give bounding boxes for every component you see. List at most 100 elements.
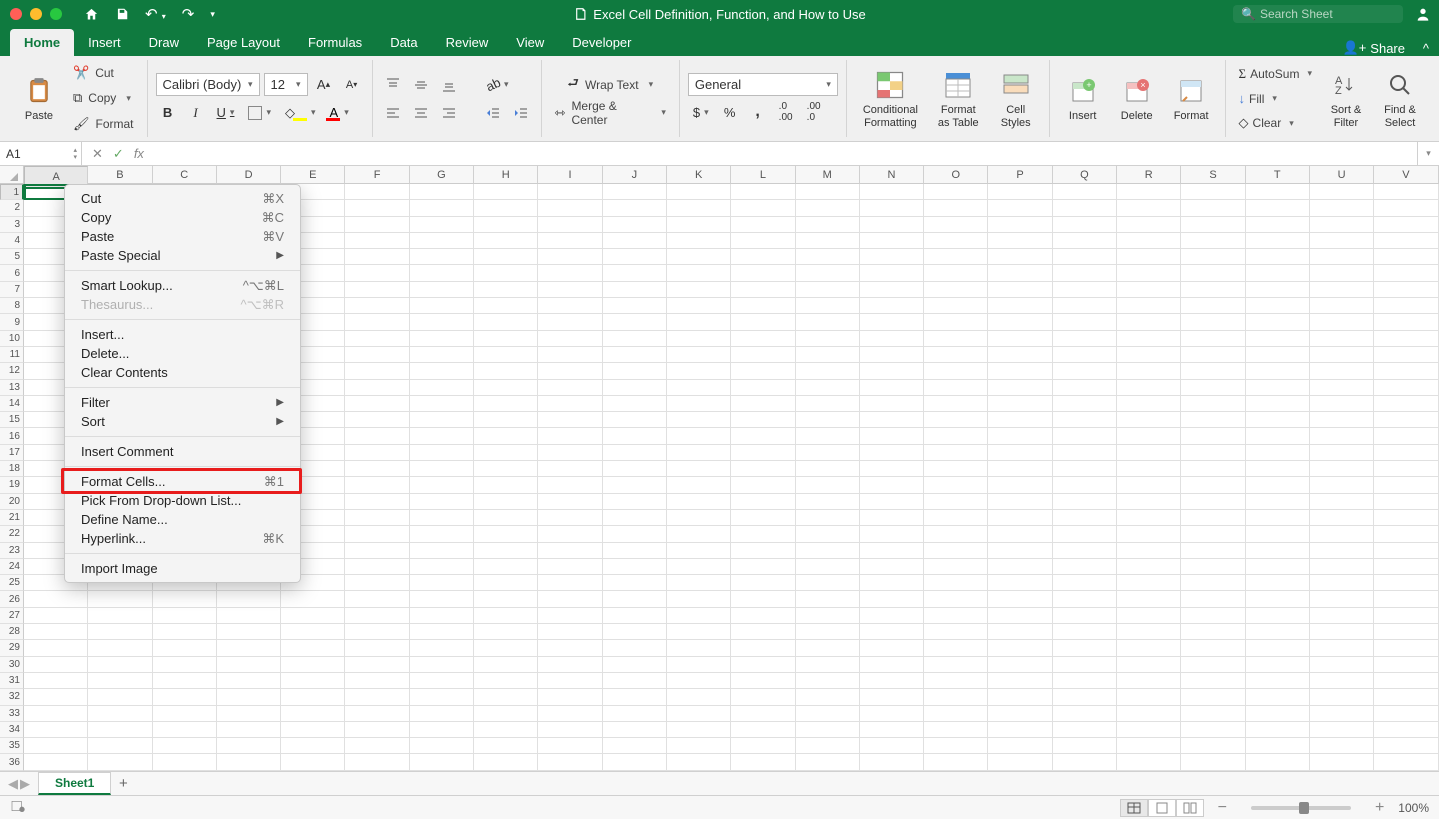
- cell[interactable]: [217, 608, 281, 624]
- cell[interactable]: [410, 689, 474, 705]
- cell[interactable]: [1374, 510, 1438, 526]
- cell[interactable]: [345, 233, 409, 249]
- tab-data[interactable]: Data: [376, 29, 431, 56]
- cell[interactable]: [860, 314, 924, 330]
- cell[interactable]: [1053, 689, 1117, 705]
- cell[interactable]: [667, 184, 731, 200]
- column-header[interactable]: E: [281, 166, 345, 184]
- cell[interactable]: [1310, 640, 1374, 656]
- cell[interactable]: [345, 591, 409, 607]
- cell[interactable]: [1374, 217, 1438, 233]
- cell[interactable]: [1310, 217, 1374, 233]
- minimize-window-icon[interactable]: [30, 8, 42, 20]
- cell[interactable]: [1310, 494, 1374, 510]
- cell[interactable]: [731, 689, 795, 705]
- cell[interactable]: [1117, 396, 1181, 412]
- cell[interactable]: [796, 559, 860, 575]
- cell[interactable]: [281, 591, 345, 607]
- orientation-button[interactable]: ab▾: [481, 73, 514, 97]
- cell[interactable]: [924, 396, 988, 412]
- row-header[interactable]: 10: [0, 331, 24, 347]
- cell[interactable]: [24, 624, 88, 640]
- cell[interactable]: [24, 738, 88, 754]
- cell[interactable]: [860, 738, 924, 754]
- cell[interactable]: [345, 347, 409, 363]
- cell[interactable]: [410, 217, 474, 233]
- cell[interactable]: [1053, 314, 1117, 330]
- cell[interactable]: [1246, 233, 1310, 249]
- cell[interactable]: [988, 673, 1052, 689]
- cell[interactable]: [1181, 640, 1245, 656]
- cell[interactable]: [603, 494, 667, 510]
- cell[interactable]: [667, 754, 731, 770]
- paste-button[interactable]: Paste: [14, 62, 64, 135]
- cell[interactable]: [796, 624, 860, 640]
- cell[interactable]: [667, 363, 731, 379]
- cell[interactable]: [667, 706, 731, 722]
- cell[interactable]: [988, 265, 1052, 281]
- column-header[interactable]: L: [731, 166, 795, 184]
- cell[interactable]: [1181, 200, 1245, 216]
- cell[interactable]: [538, 706, 602, 722]
- cell[interactable]: [345, 526, 409, 542]
- cell[interactable]: [1053, 412, 1117, 428]
- cell[interactable]: [988, 380, 1052, 396]
- cell[interactable]: [1181, 689, 1245, 705]
- cell[interactable]: [410, 298, 474, 314]
- cell[interactable]: [1246, 608, 1310, 624]
- cell[interactable]: [1310, 575, 1374, 591]
- cell[interactable]: [1246, 754, 1310, 770]
- cell[interactable]: [474, 608, 538, 624]
- cell[interactable]: [345, 575, 409, 591]
- cell[interactable]: [1117, 608, 1181, 624]
- cell[interactable]: [410, 673, 474, 689]
- cell[interactable]: [603, 461, 667, 477]
- cell[interactable]: [474, 461, 538, 477]
- cell[interactable]: [924, 461, 988, 477]
- cell[interactable]: [796, 591, 860, 607]
- cell[interactable]: [796, 657, 860, 673]
- cell[interactable]: [1117, 217, 1181, 233]
- cell[interactable]: [1117, 347, 1181, 363]
- cell[interactable]: [988, 543, 1052, 559]
- row-header[interactable]: 8: [0, 298, 24, 314]
- cell[interactable]: [603, 477, 667, 493]
- cell[interactable]: [924, 380, 988, 396]
- cell[interactable]: [153, 738, 217, 754]
- cell[interactable]: [924, 706, 988, 722]
- cell[interactable]: [988, 494, 1052, 510]
- cell[interactable]: [924, 331, 988, 347]
- cell[interactable]: [731, 396, 795, 412]
- find-select-button[interactable]: Find & Select: [1375, 62, 1425, 135]
- cell[interactable]: [1117, 331, 1181, 347]
- cell[interactable]: [1053, 624, 1117, 640]
- cell[interactable]: [1053, 738, 1117, 754]
- column-header[interactable]: T: [1246, 166, 1310, 184]
- cell[interactable]: [796, 526, 860, 542]
- cell[interactable]: [474, 184, 538, 200]
- cell[interactable]: [410, 265, 474, 281]
- cell[interactable]: [474, 640, 538, 656]
- cell[interactable]: [796, 380, 860, 396]
- column-header[interactable]: U: [1310, 166, 1374, 184]
- cell[interactable]: [860, 380, 924, 396]
- autosum-button[interactable]: ΣAutoSum▾: [1234, 62, 1317, 86]
- cell[interactable]: [474, 657, 538, 673]
- cell[interactable]: [1246, 722, 1310, 738]
- cell[interactable]: [345, 624, 409, 640]
- cell[interactable]: [603, 396, 667, 412]
- cell[interactable]: [924, 494, 988, 510]
- cell[interactable]: [281, 640, 345, 656]
- row-header[interactable]: 27: [0, 608, 24, 624]
- cell[interactable]: [924, 657, 988, 673]
- cell[interactable]: [603, 282, 667, 298]
- column-header[interactable]: M: [796, 166, 860, 184]
- cell[interactable]: [988, 217, 1052, 233]
- cell[interactable]: [924, 689, 988, 705]
- cell[interactable]: [1310, 722, 1374, 738]
- row-header[interactable]: 4: [0, 233, 24, 249]
- cell[interactable]: [924, 298, 988, 314]
- cell[interactable]: [1053, 575, 1117, 591]
- cell[interactable]: [474, 363, 538, 379]
- cell[interactable]: [796, 689, 860, 705]
